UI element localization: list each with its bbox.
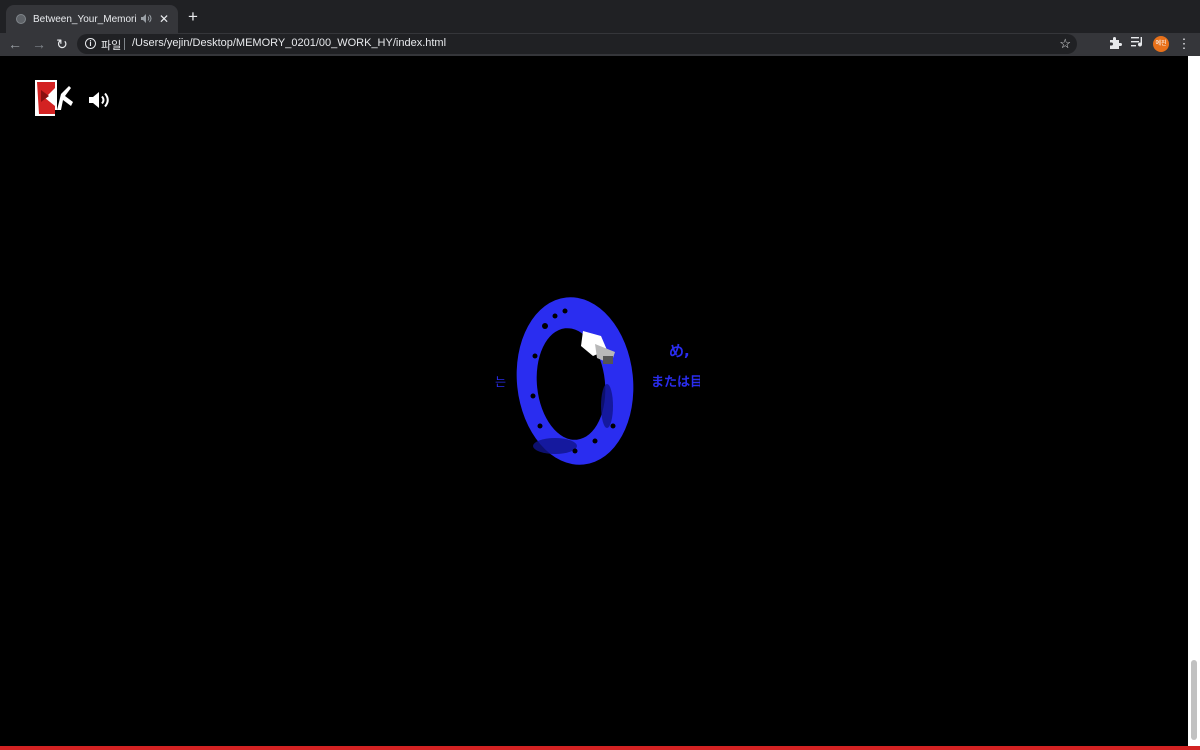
browser-toolbar: ← → ↻ i 파일 /Users/yejin/Desktop/MEMORY_0… — [0, 33, 1200, 56]
visual-text-line2: または目 — [651, 375, 700, 390]
address-bar[interactable]: i 파일 /Users/yejin/Desktop/MEMORY_0201/00… — [77, 34, 1077, 54]
url-text[interactable]: /Users/yejin/Desktop/MEMORY_0201/00_WORK… — [132, 37, 446, 49]
tab-strip: Between_Your_Memories ✕ + — [0, 0, 1200, 33]
back-button[interactable]: ← — [6, 35, 24, 53]
new-tab-button[interactable]: + — [185, 8, 201, 25]
logo[interactable] — [35, 80, 75, 116]
page-canvas: 는 め, または目 — [0, 56, 1188, 746]
blue-eye-visual: 는 め, または目 — [495, 297, 700, 465]
globe-icon — [16, 14, 26, 24]
menu-kebab-icon[interactable]: ⋮ — [1177, 36, 1191, 52]
tab-audio-icon[interactable] — [141, 13, 152, 25]
extensions-puzzle-icon[interactable] — [1108, 36, 1122, 52]
reload-button[interactable]: ↻ — [53, 35, 71, 53]
tab-close-icon[interactable]: ✕ — [158, 13, 170, 25]
forward-button[interactable]: → — [30, 35, 48, 53]
scrollbar-thumb[interactable] — [1191, 660, 1197, 740]
divider — [124, 38, 125, 50]
vertical-scrollbar[interactable] — [1188, 56, 1200, 746]
browser-tab[interactable]: Between_Your_Memories ✕ — [6, 5, 178, 33]
visual-side-text: 는 — [495, 375, 506, 389]
profile-avatar[interactable]: 예진 — [1153, 36, 1169, 52]
visual-text-line1: め, — [669, 342, 690, 360]
tab-title: Between_Your_Memories — [33, 13, 137, 25]
speaker-volume-icon[interactable] — [88, 90, 112, 110]
scheme-label: 파일 — [101, 40, 122, 52]
bookmark-star-icon[interactable]: ☆ — [1059, 36, 1071, 52]
info-icon[interactable]: i — [85, 38, 96, 49]
media-queue-icon[interactable] — [1131, 36, 1145, 52]
bottom-accent-bar — [0, 746, 1200, 750]
